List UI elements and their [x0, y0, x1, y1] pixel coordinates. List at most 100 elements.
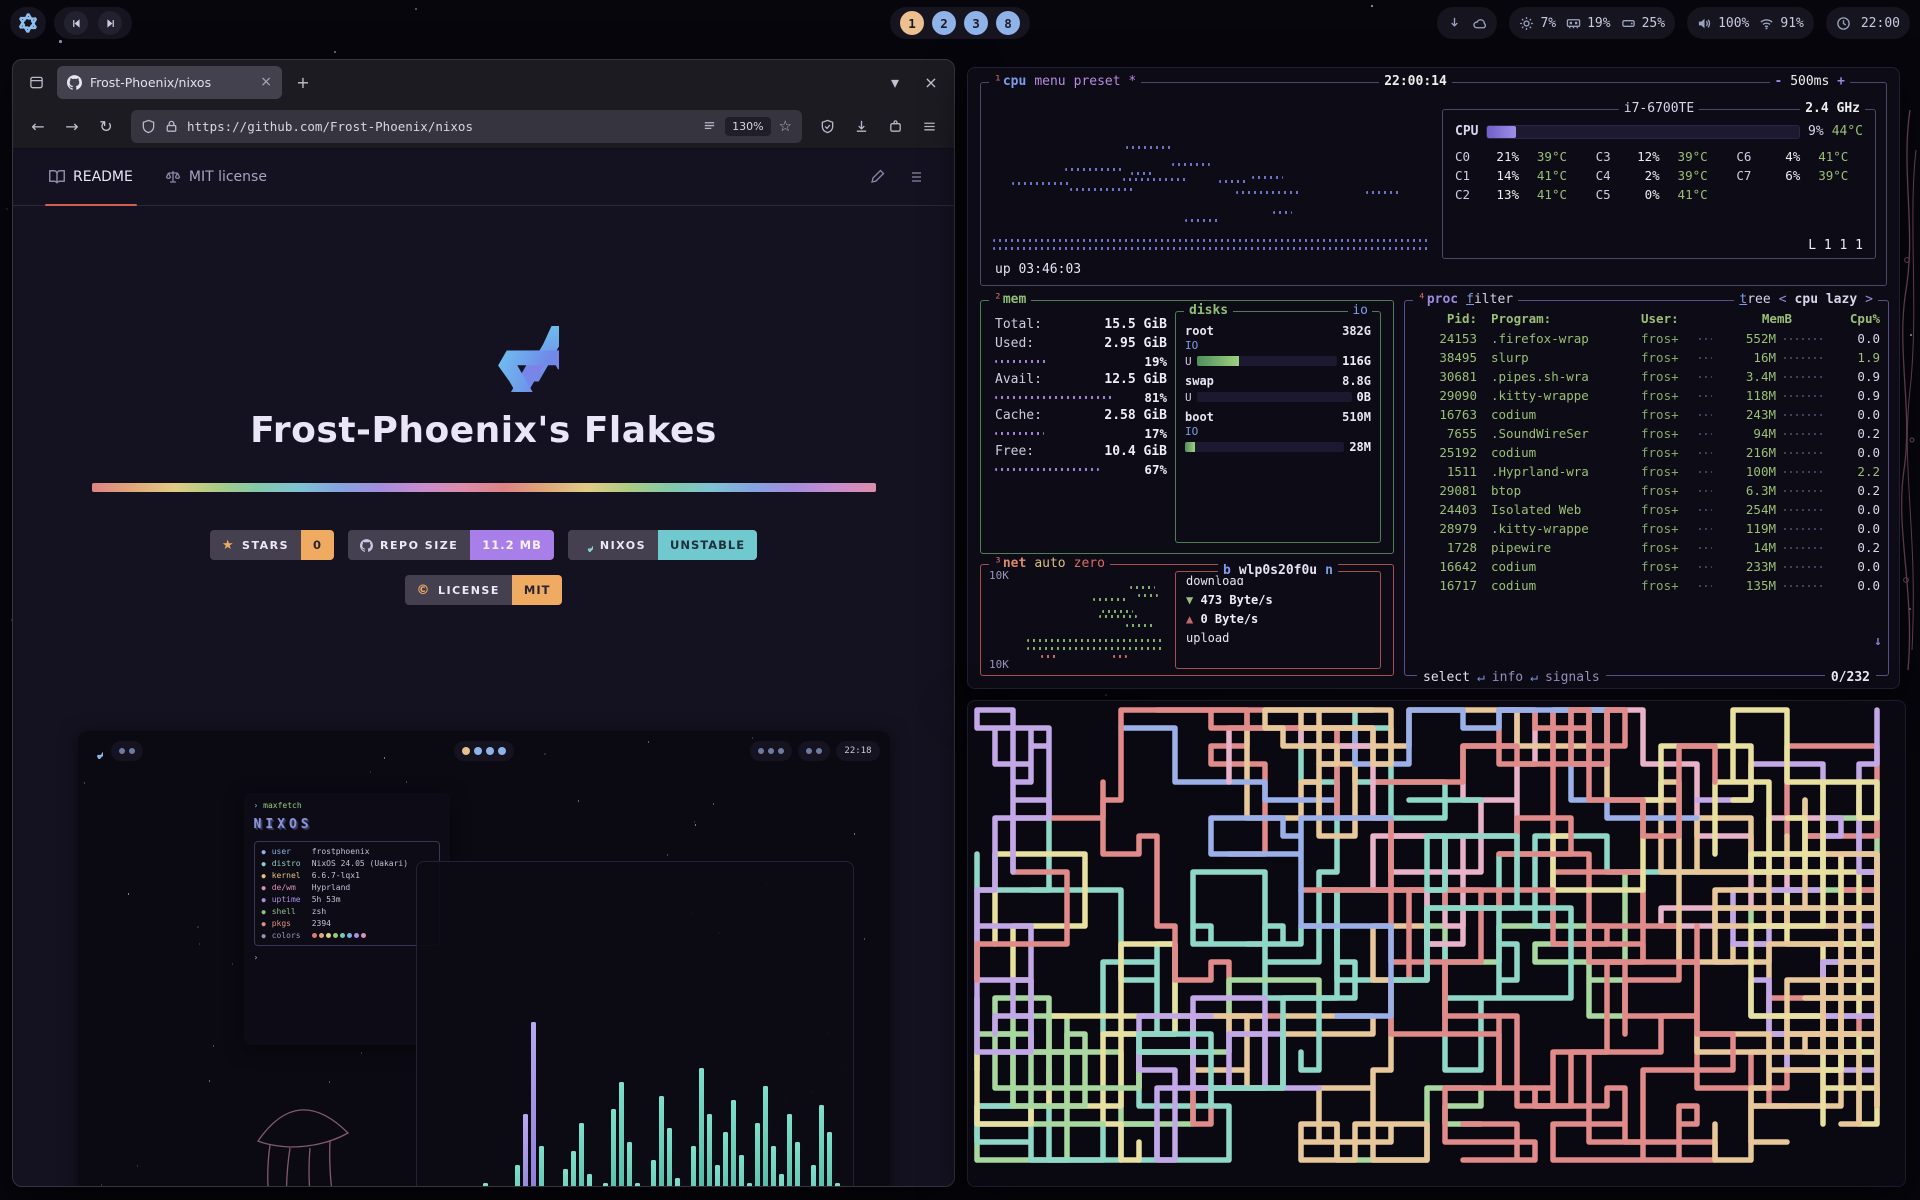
workspace-button-2[interactable]: 2	[932, 11, 956, 35]
fetch-row: ●shellzsh	[262, 907, 432, 916]
tab-list-chevron-icon[interactable]: ▾	[880, 67, 910, 97]
process-row[interactable]: 30681.pipes.sh-wrafros+3.4M0.9	[1413, 367, 1880, 386]
iface-prev-button[interactable]: b	[1223, 563, 1231, 578]
download-speed: 473 Byte/s	[1200, 593, 1272, 607]
cpu-total-temp: 44°C	[1832, 124, 1863, 139]
weather-widget[interactable]	[1437, 7, 1497, 39]
reload-button[interactable]: ↻	[91, 111, 121, 141]
reader-mode-icon[interactable]	[702, 119, 717, 134]
bookmark-star-icon[interactable]: ☆	[779, 117, 792, 135]
core-stat-C2: C213%41°C	[1455, 187, 1582, 206]
download-icon[interactable]	[846, 111, 876, 141]
url-text: https://github.com/Frost-Phoenix/nixos	[187, 119, 473, 134]
lock-icon[interactable]	[164, 119, 179, 134]
process-row[interactable]: 7655.SoundWireSerfros+94M0.2	[1413, 424, 1880, 443]
media-previous-button[interactable]	[64, 11, 88, 35]
audio-network-widget[interactable]: 100% 91%	[1687, 7, 1814, 39]
proc-sort-label[interactable]: cpu lazy	[1795, 292, 1858, 307]
nixos-menu-button[interactable]	[10, 7, 46, 39]
workspace-button-1[interactable]: 1	[900, 11, 924, 35]
hamburger-menu-icon[interactable]	[914, 111, 944, 141]
tab-readme[interactable]: README	[37, 149, 145, 205]
proc-info-button[interactable]: info	[1492, 670, 1523, 685]
badge-license[interactable]: ©LICENSEMIT	[405, 575, 563, 605]
btop-mem-box: ² mem Total:15.5 GiBUsed:2.95 GiB19%Avai…	[980, 300, 1394, 554]
visualizer-bars	[427, 952, 843, 1186]
sort-left-arrow[interactable]: <	[1779, 292, 1787, 307]
process-row[interactable]: 25192codiumfros+216M0.0	[1413, 443, 1880, 462]
law-scales-icon	[165, 169, 181, 185]
proc-tree-button[interactable]: tree	[1739, 292, 1770, 307]
extensions-icon[interactable]	[880, 111, 910, 141]
url-bar[interactable]: https://github.com/Frost-Phoenix/nixos 1…	[131, 110, 802, 143]
memory-usage: 19%	[1587, 16, 1610, 31]
btop-preset-button[interactable]: preset *	[1074, 74, 1137, 89]
media-next-button[interactable]	[98, 11, 122, 35]
tracking-protection-shield-icon[interactable]	[141, 119, 156, 134]
fetch-row: ●pkgs2394	[262, 919, 432, 928]
process-row[interactable]: 29090.kitty-wrappefros+118M0.9	[1413, 386, 1880, 405]
process-row[interactable]: 16717codiumfros+135M0.0	[1413, 576, 1880, 595]
disks-box-title[interactable]: disks	[1189, 303, 1228, 318]
proc-box-title[interactable]: proc	[1427, 292, 1458, 307]
sort-right-arrow[interactable]: >	[1865, 292, 1873, 307]
process-row[interactable]: 24403Isolated Webfros+254M0.0	[1413, 500, 1880, 519]
pipes-screensaver-art	[968, 701, 1905, 1186]
net-auto-button[interactable]: auto	[1034, 556, 1065, 571]
proc-signals-button[interactable]: signals	[1545, 670, 1600, 685]
cpu-box-title[interactable]: cpu	[1003, 74, 1026, 89]
browser-tab[interactable]: Frost-Phoenix/nixos ×	[57, 66, 282, 99]
workspace-button-8[interactable]: 8	[996, 11, 1020, 35]
firefox-view-icon[interactable]	[21, 67, 51, 97]
io-mode-button[interactable]: io	[1348, 303, 1372, 318]
workspace-button-3[interactable]: 3	[964, 11, 988, 35]
process-row[interactable]: 1511.Hyprland-wrafros+100M2.2	[1413, 462, 1880, 481]
btop-menu-button[interactable]: menu	[1034, 74, 1065, 89]
core-stat-C3: C312%39°C	[1596, 149, 1723, 168]
iface-next-button[interactable]: n	[1325, 563, 1333, 578]
btop-clock: 22:00:14	[1379, 74, 1452, 89]
ublock-shield-icon[interactable]	[812, 111, 842, 141]
shot-clock: 22:18	[836, 741, 879, 761]
tab-license[interactable]: MIT license	[153, 149, 279, 205]
scroll-down-indicator[interactable]: ↓	[1874, 634, 1882, 649]
navigation-bar: ← → ↻ https://github.com/Frost-Phoenix/n…	[13, 104, 954, 149]
new-tab-button[interactable]: +	[288, 67, 318, 97]
proc-filter-button[interactable]: filter	[1466, 292, 1513, 307]
badge-stars[interactable]: ★STARS0	[210, 530, 334, 560]
mem-stat-row: Total:15.5 GiB	[995, 315, 1167, 334]
proc-header: Pid:Program:User:MemBCpu%	[1413, 311, 1880, 326]
mem-box-title[interactable]: mem	[1003, 292, 1026, 307]
badge-nixos[interactable]: NIXOSUNSTABLE	[568, 530, 757, 560]
mem-stat-row: Cache:2.58 GiB	[995, 406, 1167, 425]
forward-button[interactable]: →	[57, 111, 87, 141]
clock-widget[interactable]: 22:00	[1826, 7, 1910, 39]
clock-time: 22:00	[1861, 16, 1900, 31]
outline-list-icon[interactable]	[900, 162, 930, 192]
process-row[interactable]: 16763codiumfros+243M0.0	[1413, 405, 1880, 424]
system-stats-widget[interactable]: 7% 19% 25%	[1509, 7, 1675, 39]
edit-pencil-icon[interactable]	[862, 162, 892, 192]
nixos-flake-logo	[409, 242, 559, 396]
mem-stat-row: Used:2.95 GiB	[995, 334, 1167, 353]
disks-list: root382GIOU116Gswap8.8GU0Bboot510MIO28M	[1176, 312, 1380, 454]
shot-stats-pill	[750, 741, 792, 761]
memory-stat: 19%	[1566, 16, 1610, 31]
btop-interval-control[interactable]: - 500ms +	[1770, 74, 1850, 89]
disk-entry-swap: swap8.8G	[1185, 374, 1371, 388]
window-close-button[interactable]: ×	[916, 67, 946, 97]
process-row[interactable]: 24153.firefox-wrapfros+552M0.0	[1413, 329, 1880, 348]
process-row[interactable]: 29081btopfros+6.3M0.2	[1413, 481, 1880, 500]
badge-repo-size[interactable]: REPO SIZE11.2 MB	[348, 530, 554, 560]
core-stat-C4: C42%39°C	[1596, 168, 1723, 187]
net-zero-button[interactable]: zero	[1074, 556, 1105, 571]
btop-net-box: ³ net auto zero 10K 10K b wlp0s20f0u n d…	[980, 564, 1394, 676]
back-button[interactable]: ←	[23, 111, 53, 141]
zoom-indicator[interactable]: 130%	[725, 117, 770, 136]
process-row[interactable]: 38495slurpfros+16M1.9	[1413, 348, 1880, 367]
process-row[interactable]: 28979.kitty-wrappefros+119M0.0	[1413, 519, 1880, 538]
proc-select-button[interactable]: select	[1423, 670, 1470, 685]
tab-close-icon[interactable]: ×	[260, 74, 272, 90]
process-row[interactable]: 1728pipewirefros+14M0.2	[1413, 538, 1880, 557]
process-row[interactable]: 16642codiumfros+233M0.0	[1413, 557, 1880, 576]
